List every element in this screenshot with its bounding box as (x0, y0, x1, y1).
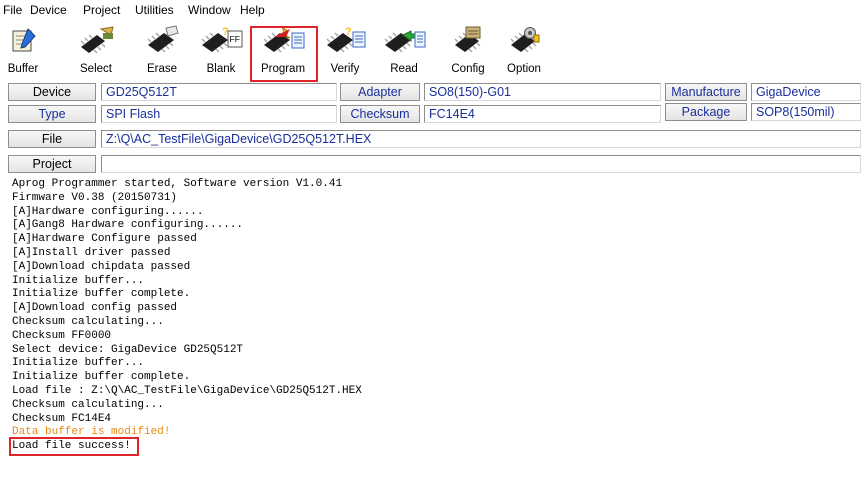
blank-ff-badge: FF (230, 34, 240, 44)
adapter-value: SO8(150)-G01 (424, 83, 661, 101)
config-button[interactable]: Config (448, 25, 488, 75)
select-chip-icon (80, 26, 114, 54)
log-line: Initialize buffer complete. (12, 288, 191, 301)
menu-help[interactable]: Help (240, 3, 265, 17)
read-label: Read (390, 63, 418, 75)
project-button[interactable]: Project (8, 155, 96, 173)
erase-chip-icon (147, 25, 179, 53)
file-path-field[interactable]: Z:\Q\AC_TestFile\GigaDevice\GD25Q512T.HE… (101, 130, 861, 148)
log-line: Initialize buffer complete. (12, 371, 191, 384)
load-success-highlight-box (9, 437, 139, 456)
buffer-label: Buffer (7, 63, 39, 75)
option-chip-icon (510, 27, 540, 53)
select-button[interactable]: Select (70, 25, 122, 75)
menu-utilities[interactable]: Utilities (135, 3, 174, 17)
log-line: Checksum FF0000 (12, 329, 112, 342)
verify-label: Verify (330, 63, 360, 75)
checksum-label: Checksum (340, 105, 420, 123)
log-line: Initialize buffer... (12, 274, 145, 287)
log-line: Aprog Programmer started, Software versi… (12, 178, 343, 190)
checksum-value: FC14E4 (424, 105, 661, 123)
menu-bar: File Device Project Utilities Window Hel… (0, 0, 866, 20)
adapter-label: Adapter (340, 83, 420, 101)
manufacture-label: Manufacture (665, 83, 747, 101)
file-button[interactable]: File (8, 130, 96, 148)
blank-button[interactable]: ? FF Blank (196, 25, 246, 75)
package-value: SOP8(150mil) (751, 103, 861, 121)
log-line: Select device: GigaDevice GD25Q512T (12, 343, 244, 356)
log-line: Firmware V0.38 (20150731) (12, 191, 178, 204)
erase-label: Erase (146, 63, 178, 75)
log-line: Initialize buffer... (12, 357, 145, 370)
package-label: Package (665, 103, 747, 121)
program-highlight-box (250, 26, 318, 82)
manufacture-value: GigaDevice (751, 83, 861, 101)
type-value: SPI Flash (101, 105, 337, 123)
log-line: [A]Download chipdata passed (12, 260, 191, 273)
log-line: [A]Download config passed (12, 302, 178, 315)
menu-window[interactable]: Window (188, 3, 231, 17)
log-line: [A]Install driver passed (12, 247, 171, 259)
blank-label: Blank (206, 63, 236, 75)
log-line: Checksum calculating... (12, 316, 164, 328)
verify-button[interactable]: ? Verify (322, 25, 368, 75)
menu-file[interactable]: File (3, 3, 22, 17)
verify-chip-icon: ? (326, 26, 366, 53)
svg-text:?: ? (345, 26, 352, 38)
log-line: [A]Gang8 Hardware configuring...... (12, 219, 244, 232)
buffer-icon (12, 28, 36, 52)
menu-device[interactable]: Device (30, 3, 67, 17)
log-line: Checksum FC14E4 (12, 412, 112, 425)
device-value: GD25Q512T (101, 83, 337, 101)
project-path-field[interactable] (101, 155, 861, 173)
read-button[interactable]: Read (380, 25, 428, 75)
option-button[interactable]: Option (504, 25, 544, 75)
option-label: Option (507, 63, 541, 75)
menu-project[interactable]: Project (83, 3, 120, 17)
device-label: Device (8, 83, 96, 101)
toolbar: Buffer Select Erase ? FF Blank Program ?… (0, 21, 866, 81)
log-line: Checksum calculating... (12, 398, 164, 411)
config-label: Config (451, 63, 485, 75)
buffer-button[interactable]: Buffer (2, 25, 44, 75)
erase-button[interactable]: Erase (140, 25, 184, 75)
log-line: [A]Hardware configuring...... (12, 205, 204, 218)
select-label: Select (80, 63, 112, 75)
log-line: [A]Hardware Configure passed (12, 233, 197, 246)
blank-check-icon: ? FF (201, 26, 243, 53)
config-chip-icon (454, 26, 481, 53)
read-chip-icon (384, 30, 426, 53)
log-line: Load file : Z:\Q\AC_TestFile\GigaDevice\… (12, 385, 362, 397)
type-label: Type (8, 105, 96, 123)
